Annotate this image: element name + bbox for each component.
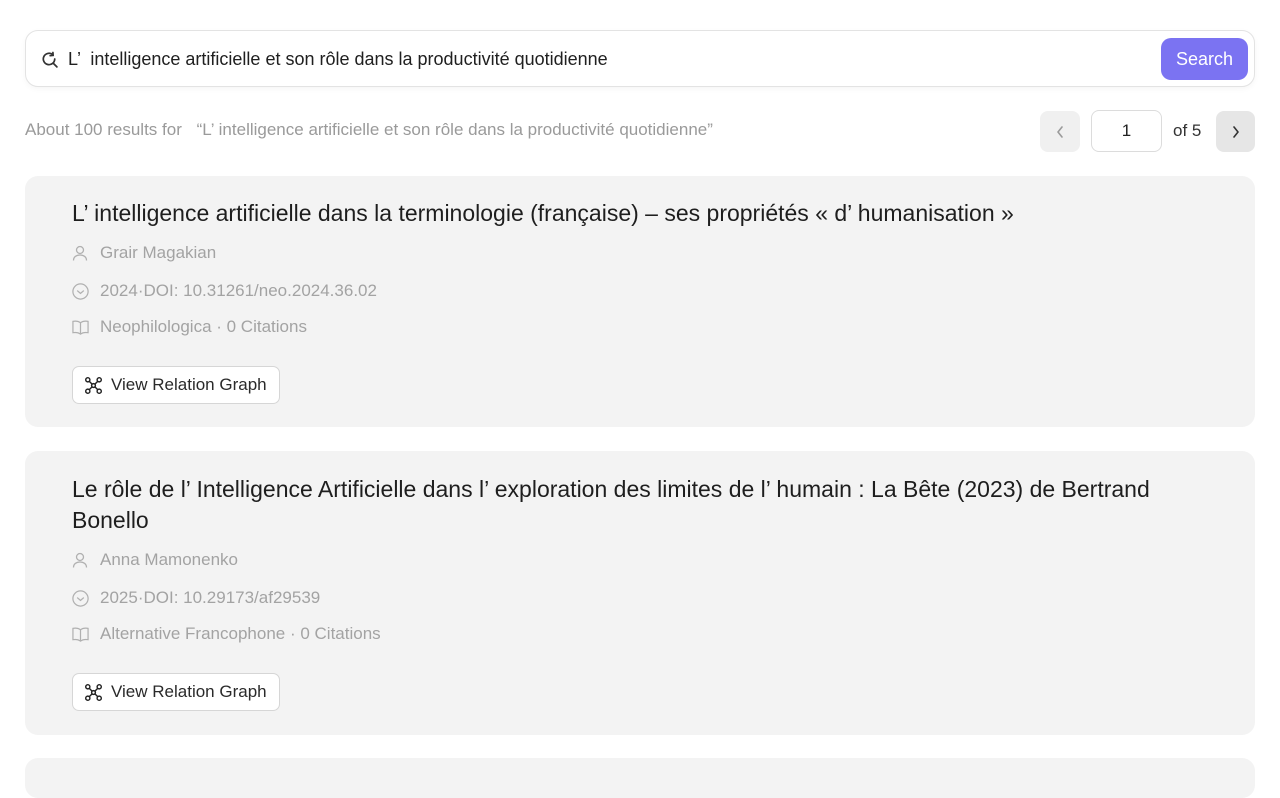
date-doi-text: 2025·DOI: 10.29173/af29539 — [100, 588, 321, 607]
result-title-link[interactable]: L’ intelligence artificielle dans la ter… — [72, 198, 1185, 229]
result-author: Anna Mamonenko — [70, 550, 238, 570]
user-icon — [70, 550, 90, 570]
result-card: L’ intelligence artificielle dans la ter… — [25, 176, 1255, 427]
result-author: Grair Magakian — [70, 243, 216, 263]
search-input[interactable] — [68, 41, 1148, 77]
result-venue: Neophilologica · 0 Citations — [70, 317, 307, 337]
chevron-right-icon — [1231, 125, 1241, 139]
view-relation-graph-label: View Relation Graph — [111, 375, 267, 394]
venue-citations-text: Neophilologica · 0 Citations — [100, 317, 307, 336]
author-name: Grair Magakian — [100, 243, 217, 262]
view-relation-graph-button[interactable]: View Relation Graph — [72, 366, 280, 404]
results-query-text: “L’ intelligence artificielle et son rôl… — [196, 120, 713, 139]
view-relation-graph-label: View Relation Graph — [111, 682, 267, 701]
date-doi-text: 2024·DOI: 10.31261/neo.2024.36.02 — [100, 281, 377, 300]
search-button[interactable]: Search — [1161, 38, 1248, 80]
result-date-doi: 2025·DOI: 10.29173/af29539 — [70, 588, 320, 608]
page-number-input[interactable] — [1091, 110, 1162, 152]
search-bar: Search — [25, 30, 1255, 87]
clock-icon — [70, 281, 90, 301]
result-venue: Alternative Francophone · 0 Citations — [70, 624, 381, 644]
result-card: Le rôle de l’ Intelligence Artificielle … — [25, 451, 1255, 735]
result-date-doi: 2024·DOI: 10.31261/neo.2024.36.02 — [70, 281, 377, 301]
view-relation-graph-button[interactable]: View Relation Graph — [72, 673, 280, 711]
venue-citations-text: Alternative Francophone · 0 Citations — [100, 624, 381, 643]
result-title-link[interactable]: Le rôle de l’ Intelligence Artificielle … — [72, 474, 1185, 536]
graph-icon — [83, 682, 103, 702]
page-total-label: of 5 — [1173, 121, 1202, 140]
user-icon — [70, 243, 90, 263]
author-name: Anna Mamonenko — [100, 550, 238, 569]
graph-icon — [83, 375, 103, 395]
clock-icon — [70, 588, 90, 608]
results-summary: About 100 results for “L’ intelligence a… — [25, 120, 713, 140]
book-icon — [70, 624, 90, 644]
book-icon — [70, 317, 90, 337]
search-refresh-icon — [39, 49, 59, 69]
results-count-text: About 100 results for — [25, 120, 182, 139]
previous-page-button[interactable] — [1040, 111, 1080, 152]
chevron-left-icon — [1055, 125, 1065, 139]
next-page-button[interactable] — [1216, 111, 1255, 152]
result-card — [25, 758, 1255, 798]
